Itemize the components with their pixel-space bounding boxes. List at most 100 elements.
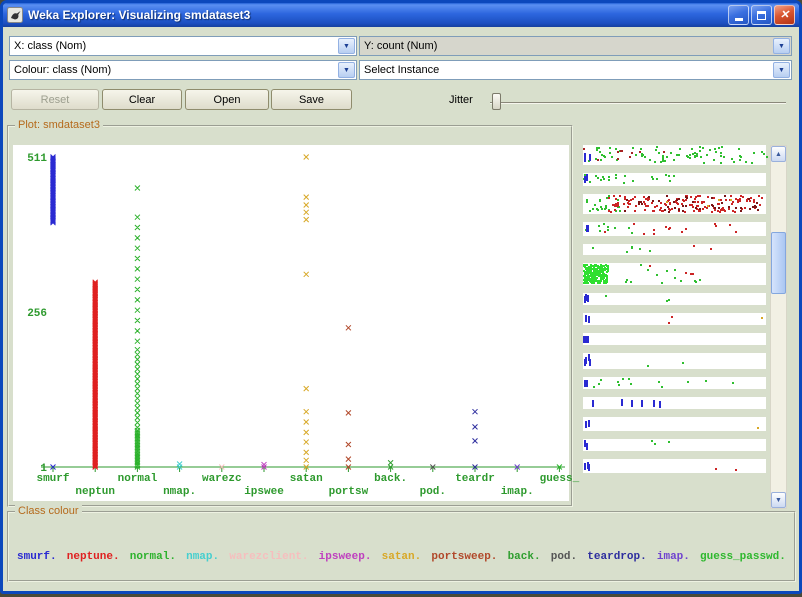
data-point bbox=[691, 148, 694, 151]
legend-item-warezclient[interactable]: warezclient. bbox=[229, 551, 308, 563]
colour-attribute-select[interactable]: Colour: class (Nom) ▼ bbox=[9, 60, 357, 80]
open-button[interactable]: Open bbox=[185, 89, 269, 110]
data-point bbox=[765, 155, 768, 158]
legend-item-normal[interactable]: normal. bbox=[130, 551, 176, 563]
scatter-points-normal[interactable] bbox=[134, 185, 141, 470]
data-point bbox=[651, 199, 654, 202]
data-point bbox=[598, 383, 601, 386]
weka-explorer-window: Weka Explorer: Visualizing smdataset3 ✕ … bbox=[0, 0, 802, 594]
maximize-button[interactable] bbox=[751, 5, 772, 25]
legend-item-teardrop[interactable]: teardrop. bbox=[587, 551, 646, 563]
data-point bbox=[602, 268, 605, 271]
scatter-plot[interactable]: 5112561smurfneptunnormalnmap.warezcipswe… bbox=[13, 145, 579, 501]
scrollbar-thumb[interactable] bbox=[771, 232, 786, 294]
scroll-down-icon[interactable]: ▼ bbox=[771, 492, 786, 508]
attribute-strip-5[interactable] bbox=[583, 263, 766, 285]
attribute-strip-0[interactable] bbox=[583, 145, 768, 165]
chevron-down-icon[interactable]: ▼ bbox=[773, 62, 790, 78]
scatter-points-satan[interactable] bbox=[303, 154, 310, 470]
data-point bbox=[609, 210, 612, 213]
data-point bbox=[618, 383, 621, 386]
legend-groupbox: Class colour smurf. neptune. normal. nmap. w… bbox=[7, 505, 796, 582]
data-point bbox=[586, 295, 589, 303]
attribute-strip-9[interactable] bbox=[583, 353, 766, 369]
scroll-up-icon[interactable]: ▲ bbox=[771, 146, 786, 162]
data-point bbox=[598, 230, 601, 233]
scatter-points-neptune[interactable] bbox=[92, 279, 99, 470]
chevron-down-icon[interactable]: ▼ bbox=[338, 38, 355, 54]
data-point bbox=[714, 468, 717, 471]
data-point bbox=[702, 201, 705, 204]
legend-item-satan[interactable]: satan. bbox=[382, 551, 422, 563]
legend-item-ipsweep[interactable]: ipsweep. bbox=[319, 551, 372, 563]
data-point bbox=[631, 146, 634, 149]
data-point bbox=[677, 208, 680, 211]
data-point bbox=[586, 200, 589, 203]
attribute-panel[interactable] bbox=[583, 145, 769, 509]
jitter-slider-handle[interactable] bbox=[492, 93, 501, 110]
data-point bbox=[597, 281, 600, 284]
data-point bbox=[673, 269, 676, 272]
attribute-strip-3[interactable] bbox=[583, 222, 766, 236]
attribute-panel-scrollbar[interactable]: ▲ ▼ bbox=[770, 145, 787, 509]
legend-item-smurf[interactable]: smurf. bbox=[17, 551, 57, 563]
data-point bbox=[648, 250, 651, 253]
data-point bbox=[614, 226, 617, 229]
plot-canvas[interactable]: 511 256 1 smurf neptun normal nmap. warezc ipswe… bbox=[13, 145, 580, 501]
clear-button[interactable]: Clear bbox=[102, 89, 182, 110]
scatter-points-portsweep[interactable] bbox=[345, 324, 352, 470]
data-point bbox=[674, 276, 677, 279]
legend-item-guess_passwd[interactable]: guess_passwd. bbox=[700, 551, 786, 563]
data-point bbox=[697, 195, 700, 198]
attribute-strip-2[interactable] bbox=[583, 194, 766, 214]
data-point bbox=[657, 152, 660, 155]
attribute-strip-14[interactable] bbox=[583, 459, 766, 473]
data-point bbox=[587, 420, 590, 428]
data-point bbox=[672, 200, 675, 203]
jitter-slider[interactable] bbox=[490, 102, 786, 104]
x-attribute-select[interactable]: X: class (Nom) ▼ bbox=[9, 36, 357, 56]
data-point bbox=[752, 200, 755, 203]
minimize-button[interactable] bbox=[728, 5, 749, 25]
legend-item-neptune[interactable]: neptune. bbox=[67, 551, 120, 563]
data-point bbox=[638, 201, 641, 204]
close-button[interactable]: ✕ bbox=[774, 5, 795, 25]
data-point bbox=[732, 381, 735, 384]
attribute-strip-4[interactable] bbox=[583, 244, 766, 255]
legend-item-imap[interactable]: imap. bbox=[657, 551, 690, 563]
legend-item-pod[interactable]: pod. bbox=[551, 551, 577, 563]
attribute-strip-10[interactable] bbox=[583, 377, 766, 389]
legend-item-nmap[interactable]: nmap. bbox=[186, 551, 219, 563]
data-point bbox=[631, 232, 634, 235]
data-point bbox=[705, 153, 708, 156]
data-point bbox=[583, 264, 585, 267]
chevron-down-icon[interactable]: ▼ bbox=[338, 62, 355, 78]
data-point bbox=[600, 379, 603, 382]
attribute-strip-6[interactable] bbox=[583, 293, 766, 305]
attribute-strip-13[interactable] bbox=[583, 439, 766, 451]
legend-item-back[interactable]: back. bbox=[508, 551, 541, 563]
scatter-points-smurf[interactable] bbox=[50, 154, 56, 470]
data-point bbox=[667, 206, 670, 209]
attribute-strip-1[interactable] bbox=[583, 173, 766, 186]
scatter-points-teardrop[interactable] bbox=[472, 408, 478, 470]
data-point bbox=[682, 362, 685, 364]
window-title: Weka Explorer: Visualizing smdataset3 bbox=[28, 8, 251, 22]
attribute-strip-8[interactable] bbox=[583, 333, 766, 345]
chevron-down-icon[interactable]: ▼ bbox=[773, 38, 790, 54]
attribute-strip-12[interactable] bbox=[583, 417, 766, 431]
data-point bbox=[697, 210, 700, 213]
data-point bbox=[690, 195, 693, 198]
y-attribute-select[interactable]: Y: count (Num) ▼ bbox=[359, 36, 792, 56]
data-point bbox=[651, 440, 654, 443]
attribute-strip-7[interactable] bbox=[583, 313, 766, 325]
select-instance-combo[interactable]: Select Instance ▼ bbox=[359, 60, 792, 80]
save-button[interactable]: Save bbox=[271, 89, 352, 110]
data-point bbox=[712, 205, 715, 208]
data-point bbox=[635, 204, 638, 207]
data-point bbox=[591, 274, 594, 277]
titlebar[interactable]: Weka Explorer: Visualizing smdataset3 ✕ bbox=[3, 3, 799, 27]
attribute-strip-11[interactable] bbox=[583, 397, 766, 409]
data-point bbox=[678, 147, 681, 150]
legend-item-portsweep[interactable]: portsweep. bbox=[431, 551, 497, 563]
